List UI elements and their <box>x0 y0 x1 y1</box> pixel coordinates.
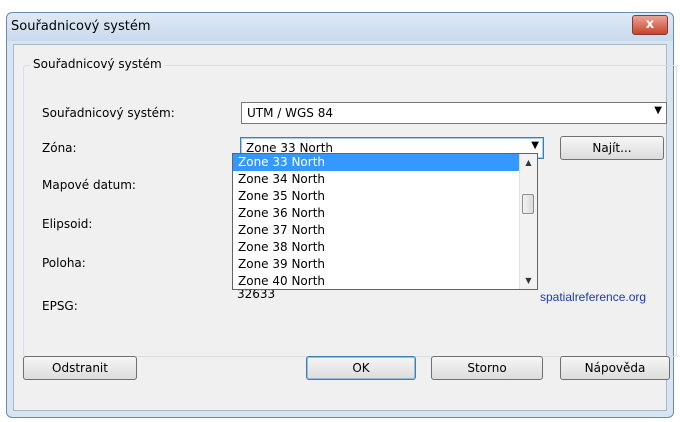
ellipsoid-label: Elipsoid: <box>42 217 93 231</box>
close-button[interactable]: x <box>632 15 668 35</box>
remove-button[interactable]: Odstranit <box>23 356 137 380</box>
find-button[interactable]: Najít... <box>560 136 664 160</box>
dropdown-item[interactable]: Zone 36 North <box>233 205 519 222</box>
chevron-down-icon: ▼ <box>654 105 662 116</box>
dropdown-item[interactable]: Zone 39 North <box>233 256 519 273</box>
spatialreference-link[interactable]: spatialreference.org <box>540 290 646 304</box>
title-bar: Souřadnicový systém x <box>7 13 673 41</box>
dropdown-item[interactable]: Zone 37 North <box>233 222 519 239</box>
cancel-button[interactable]: Storno <box>431 356 543 380</box>
system-combo[interactable]: UTM / WGS 84 ▼ <box>241 102 667 124</box>
datum-label: Mapové datum: <box>42 178 136 192</box>
zone-label: Zóna: <box>42 141 77 155</box>
group-title: Souřadnicový systém <box>30 57 165 71</box>
dropdown-item[interactable]: Zone 33 North <box>233 154 519 171</box>
ok-button[interactable]: OK <box>306 356 416 380</box>
dropdown-item[interactable]: Zone 34 North <box>233 171 519 188</box>
system-combo-value: UTM / WGS 84 <box>247 106 334 120</box>
dropdown-scrollbar[interactable]: ▲ ▼ <box>519 154 537 289</box>
system-label: Souřadnicový systém: <box>42 106 175 120</box>
chevron-down-icon: ▼ <box>531 140 539 151</box>
scrollbar-thumb[interactable] <box>522 194 534 214</box>
close-icon: x <box>645 17 655 32</box>
epsg-label: EPSG: <box>42 299 78 313</box>
zone-dropdown-list[interactable]: Zone 33 North Zone 34 North Zone 35 North Z… <box>232 153 538 290</box>
window-title: Souřadnicový systém <box>11 19 151 34</box>
chevron-up-icon[interactable]: ▲ <box>520 154 537 171</box>
dropdown-item[interactable]: Zone 35 North <box>233 188 519 205</box>
chevron-down-icon[interactable]: ▼ <box>520 272 537 289</box>
dropdown-items: Zone 33 North Zone 34 North Zone 35 North Z… <box>233 154 519 289</box>
dropdown-item[interactable]: Zone 40 North <box>233 273 519 289</box>
help-button[interactable]: Nápověda <box>560 356 670 380</box>
position-label: Poloha: <box>42 256 86 270</box>
dropdown-item[interactable]: Zone 38 North <box>233 239 519 256</box>
